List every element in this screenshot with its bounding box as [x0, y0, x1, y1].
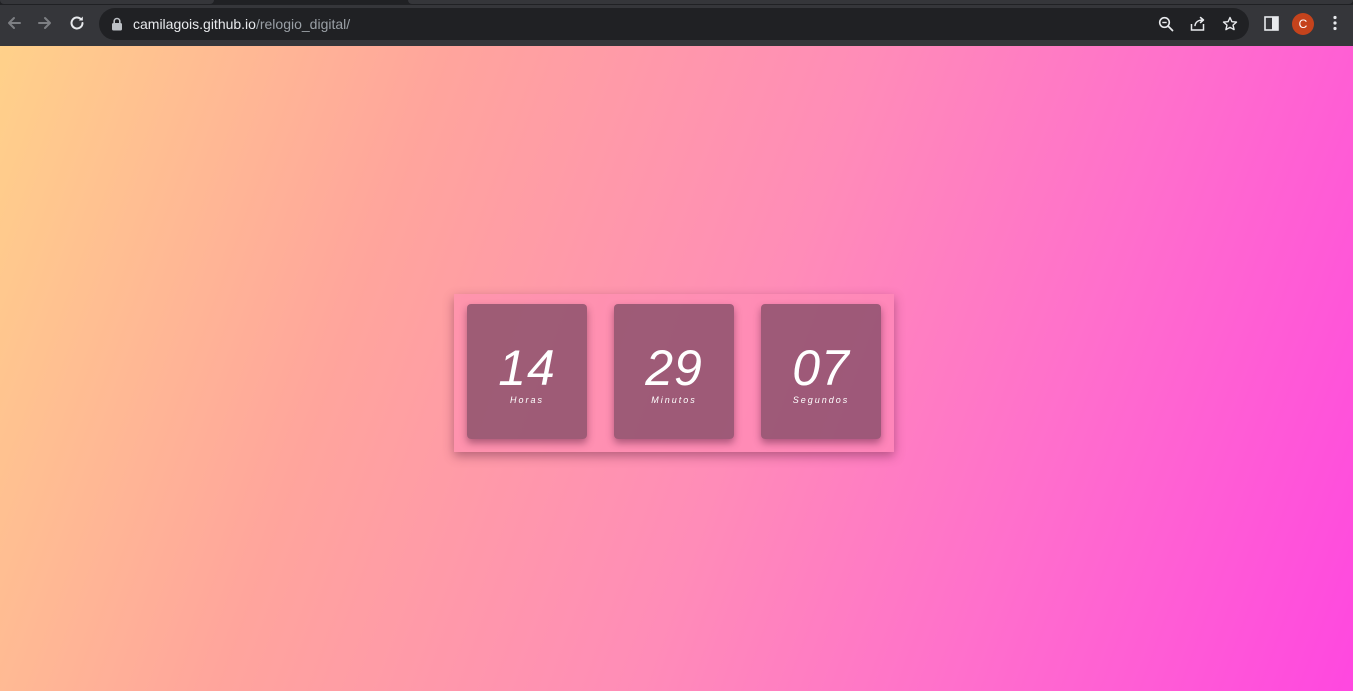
side-panel-icon[interactable] — [1261, 13, 1281, 33]
seconds-value: 07 — [792, 340, 850, 396]
kebab-menu-icon[interactable] — [1325, 13, 1345, 33]
minutes-value: 29 — [645, 340, 703, 396]
seconds-card: 07 Segundos — [761, 304, 881, 439]
page-viewport: 14 Horas 29 Minutos 07 Segundos — [0, 46, 1353, 691]
back-button[interactable] — [2, 11, 26, 35]
tab-active[interactable] — [0, 0, 214, 4]
address-bar[interactable]: camilagois.github.io/relogio_digital/ — [99, 8, 1249, 40]
share-icon[interactable] — [1188, 14, 1208, 34]
star-icon[interactable] — [1220, 14, 1240, 34]
forward-button[interactable] — [33, 11, 57, 35]
digital-clock: 14 Horas 29 Minutos 07 Segundos — [454, 294, 894, 452]
url-host: camilagois.github.io — [133, 16, 256, 32]
hours-label: Horas — [509, 395, 544, 405]
reload-button[interactable] — [65, 11, 89, 35]
hours-card: 14 Horas — [467, 304, 587, 439]
reload-icon — [70, 16, 84, 30]
tab-other[interactable] — [408, 0, 1353, 4]
lock-icon[interactable] — [107, 14, 127, 34]
profile-avatar[interactable]: C — [1292, 13, 1314, 35]
hours-value: 14 — [498, 340, 556, 396]
minutes-label: Minutos — [651, 395, 697, 405]
minutes-card: 29 Minutos — [614, 304, 734, 439]
forward-arrow-icon — [38, 17, 51, 29]
zoom-out-icon[interactable] — [1156, 14, 1176, 34]
seconds-label: Segundos — [792, 395, 850, 405]
url-text[interactable]: camilagois.github.io/relogio_digital/ — [133, 16, 350, 32]
back-arrow-icon — [8, 17, 21, 29]
url-path: /relogio_digital/ — [255, 16, 351, 32]
browser-toolbar: camilagois.github.io/relogio_digital/ C — [0, 0, 1353, 46]
